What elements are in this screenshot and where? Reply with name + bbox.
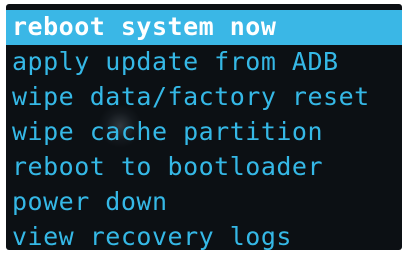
- recovery-screen: reboot system now apply update from ADB …: [6, 4, 402, 250]
- menu-item-wipe-cache-partition[interactable]: wipe cache partition: [6, 115, 402, 150]
- menu-item-wipe-data-factory-reset[interactable]: wipe data/factory reset: [6, 80, 402, 115]
- recovery-menu: reboot system now apply update from ADB …: [6, 10, 402, 250]
- menu-item-power-down[interactable]: power down: [6, 185, 402, 220]
- menu-item-apply-update-from-adb[interactable]: apply update from ADB: [6, 45, 402, 80]
- menu-item-reboot-system-now[interactable]: reboot system now: [6, 10, 402, 45]
- menu-item-view-recovery-logs[interactable]: view recovery logs: [6, 220, 402, 250]
- menu-item-reboot-to-bootloader[interactable]: reboot to bootloader: [6, 150, 402, 185]
